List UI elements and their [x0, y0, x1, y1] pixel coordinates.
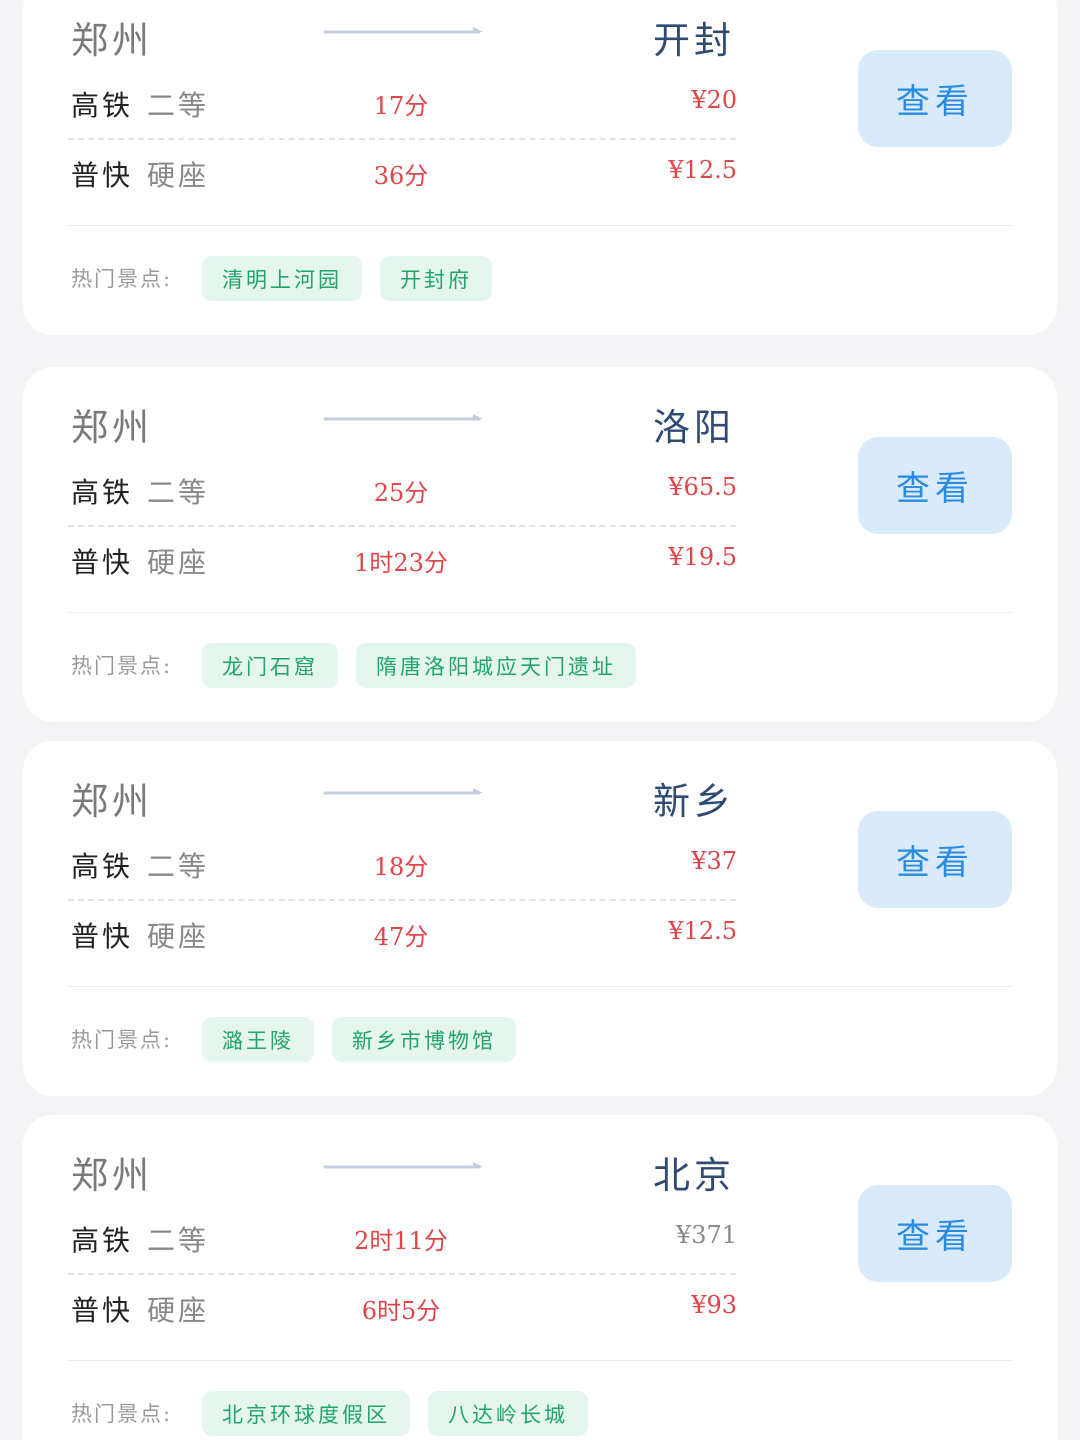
fare-row: 普快 硬座 1时23分 ¥19.5 — [71, 541, 737, 581]
fare-row: 普快 硬座 47分 ¥12.5 — [71, 915, 737, 955]
spot-tag[interactable]: 北京环球度假区 — [202, 1391, 410, 1436]
popular-spots-label: 热门景点: — [71, 654, 173, 678]
card-divider — [68, 1360, 1012, 1361]
travel-duration: 2时11分 — [354, 1227, 448, 1255]
spot-tag-list: 龙门石窟 隋唐洛阳城应天门遗址 — [202, 643, 636, 688]
card-divider — [68, 612, 1012, 613]
route-card: 郑州 北京 高铁 二等 2时11分 ¥371 普快 硬座 6时5分 ¥93 查看… — [23, 1115, 1057, 1440]
fare-row: 高铁 二等 17分 ¥20 — [71, 84, 737, 124]
travel-duration: 18分 — [373, 853, 429, 881]
travel-duration: 6时5分 — [361, 1297, 441, 1325]
view-button[interactable]: 查看 — [858, 437, 1012, 534]
fare-price: ¥65.5 — [668, 473, 737, 501]
spot-tag[interactable]: 新乡市博物馆 — [332, 1017, 516, 1062]
fare-row: 普快 硬座 6时5分 ¥93 — [71, 1289, 737, 1329]
popular-spots-label: 热门景点: — [71, 267, 173, 291]
destination-city: 开封 — [653, 19, 735, 62]
card-divider — [68, 225, 1012, 226]
arrow-right-icon — [323, 414, 483, 421]
travel-duration: 1时23分 — [354, 549, 448, 577]
seat-class: 硬座 — [147, 1294, 210, 1327]
fare-price: ¥93 — [691, 1291, 737, 1319]
train-type: 高铁 — [71, 89, 134, 122]
origin-city: 郑州 — [71, 19, 153, 62]
arrow-right-icon — [323, 1162, 483, 1169]
spot-tag[interactable]: 清明上河园 — [202, 256, 362, 301]
spot-tag-list: 清明上河园 开封府 — [202, 256, 492, 301]
route-card: 郑州 开封 高铁 二等 17分 ¥20 普快 硬座 36分 ¥12.5 查看 热… — [23, 0, 1057, 335]
spot-tag[interactable]: 开封府 — [380, 256, 492, 301]
fare-price: ¥20 — [691, 86, 737, 114]
view-button[interactable]: 查看 — [858, 1185, 1012, 1282]
fare-price: ¥12.5 — [668, 917, 737, 945]
dashed-divider — [68, 138, 736, 140]
seat-class: 硬座 — [147, 159, 210, 192]
spot-tag[interactable]: 龙门石窟 — [202, 643, 338, 688]
travel-duration: 17分 — [373, 92, 429, 120]
travel-duration: 36分 — [373, 162, 429, 190]
route-card: 郑州 洛阳 高铁 二等 25分 ¥65.5 普快 硬座 1时23分 ¥19.5 … — [23, 367, 1057, 722]
destination-city: 洛阳 — [653, 406, 735, 449]
destination-city: 北京 — [653, 1154, 735, 1197]
spot-tag[interactable]: 潞王陵 — [202, 1017, 314, 1062]
spot-tag-list: 北京环球度假区 八达岭长城 — [202, 1391, 588, 1436]
destination-city: 新乡 — [653, 780, 735, 823]
train-type: 普快 — [71, 546, 134, 579]
travel-duration: 47分 — [373, 923, 429, 951]
train-type: 普快 — [71, 159, 134, 192]
popular-spots-label: 热门景点: — [71, 1402, 173, 1426]
fare-row: 普快 硬座 36分 ¥12.5 — [71, 154, 737, 194]
train-type: 高铁 — [71, 1224, 134, 1257]
fare-row: 高铁 二等 25分 ¥65.5 — [71, 471, 737, 511]
origin-city: 郑州 — [71, 1154, 153, 1197]
dashed-divider — [68, 1273, 736, 1275]
dashed-divider — [68, 899, 736, 901]
travel-duration: 25分 — [373, 479, 429, 507]
spot-tag[interactable]: 八达岭长城 — [428, 1391, 588, 1436]
popular-spots-label: 热门景点: — [71, 1028, 173, 1052]
seat-class: 二等 — [147, 850, 210, 883]
seat-class: 硬座 — [147, 546, 210, 579]
train-type: 普快 — [71, 1294, 134, 1327]
train-type: 普快 — [71, 920, 134, 953]
seat-class: 硬座 — [147, 920, 210, 953]
seat-class: 二等 — [147, 476, 210, 509]
arrow-right-icon — [323, 27, 483, 34]
train-type: 高铁 — [71, 850, 134, 883]
train-type: 高铁 — [71, 476, 134, 509]
view-button[interactable]: 查看 — [858, 811, 1012, 908]
fare-price: ¥371 — [675, 1221, 737, 1249]
spot-tag[interactable]: 隋唐洛阳城应天门遗址 — [356, 643, 636, 688]
fare-row: 高铁 二等 18分 ¥37 — [71, 845, 737, 885]
origin-city: 郑州 — [71, 406, 153, 449]
fare-price: ¥12.5 — [668, 156, 737, 184]
fare-price: ¥19.5 — [668, 543, 737, 571]
view-button[interactable]: 查看 — [858, 50, 1012, 147]
origin-city: 郑州 — [71, 780, 153, 823]
spot-tag-list: 潞王陵 新乡市博物馆 — [202, 1017, 516, 1062]
route-list: 郑州 开封 高铁 二等 17分 ¥20 普快 硬座 36分 ¥12.5 查看 热… — [0, 0, 1080, 1440]
seat-class: 二等 — [147, 1224, 210, 1257]
seat-class: 二等 — [147, 89, 210, 122]
dashed-divider — [68, 525, 736, 527]
arrow-right-icon — [323, 788, 483, 795]
fare-price: ¥37 — [691, 847, 737, 875]
card-divider — [68, 986, 1012, 987]
route-card: 郑州 新乡 高铁 二等 18分 ¥37 普快 硬座 47分 ¥12.5 查看 热… — [23, 741, 1057, 1096]
fare-row: 高铁 二等 2时11分 ¥371 — [71, 1219, 737, 1259]
